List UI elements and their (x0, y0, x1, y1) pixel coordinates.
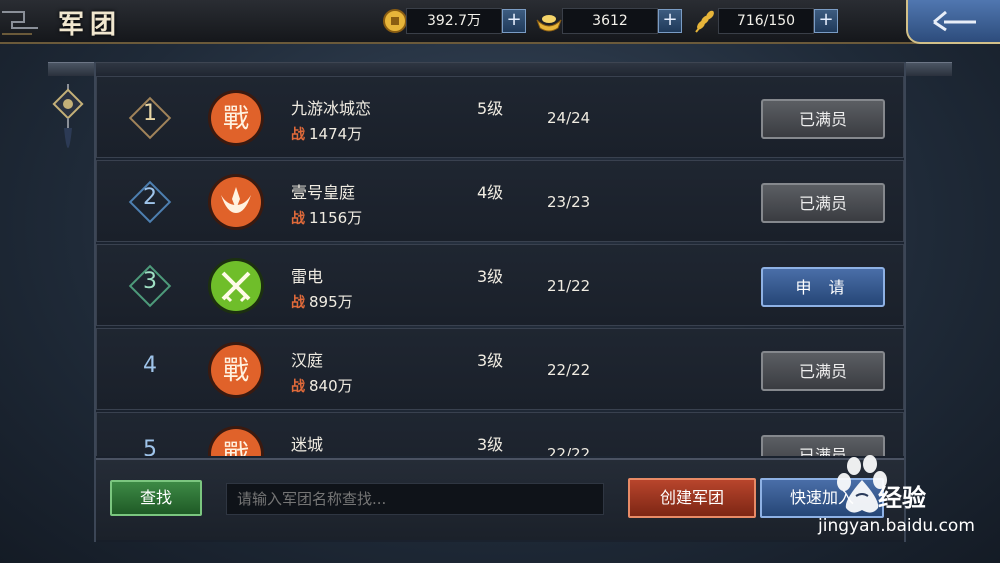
legion-name: 九游冰城恋 (291, 99, 372, 118)
ingot-amount: 3612 (562, 8, 658, 34)
rank-number: 1 (143, 101, 157, 126)
legion-power: 战 840万 (291, 375, 353, 396)
member-count: 24/24 (547, 109, 591, 127)
member-count: 23/23 (547, 193, 591, 211)
zhan-emblem-icon: 戰 (208, 426, 264, 456)
gold-ingot-icon (536, 15, 562, 32)
title-ornament-icon (2, 11, 38, 35)
grain-icon (695, 10, 714, 33)
legion-level: 4级 (477, 183, 504, 202)
coin-amount: 392.7万 (406, 8, 502, 34)
rank-number: 2 (143, 185, 157, 210)
rank-number: 3 (143, 269, 157, 294)
add-coin-button[interactable]: + (502, 9, 526, 33)
apply-button[interactable]: 申 请 (761, 267, 885, 307)
watermark-url: jingyan.baidu.com (818, 516, 975, 536)
ingot-resource: 3612 + (534, 8, 684, 34)
legion-power: 战 1156万 (291, 207, 362, 228)
member-count: 21/22 (547, 277, 591, 295)
full-button[interactable]: 已满员 (761, 351, 885, 391)
back-button[interactable] (906, 0, 1000, 44)
svg-text:戰: 戰 (223, 356, 249, 386)
svg-text:戰: 戰 (223, 440, 249, 456)
power-tag: 战 (291, 379, 305, 395)
legion-level: 3级 (477, 351, 504, 370)
coin-resource: 392.7万 + (380, 8, 530, 34)
legion-search-input[interactable] (226, 483, 604, 515)
full-button[interactable]: 已满员 (761, 99, 885, 139)
legion-level: 3级 (477, 267, 504, 286)
legion-name: 汉庭 (291, 351, 324, 370)
top-bar: 军团 392.7万 + 3612 + 716/150 + (0, 0, 1000, 44)
legion-row[interactable]: 2 壹号皇庭 4级 战 1156万 23/23 已满员 (96, 160, 904, 242)
legion-name: 壹号皇庭 (291, 183, 356, 202)
grain-resource: 716/150 + (690, 8, 840, 34)
zhan-emblem-icon: 戰 (208, 342, 264, 398)
legion-row[interactable]: 5 戰 迷城 3级 22/22 已满员 (96, 412, 904, 456)
rank-number: 4 (143, 353, 157, 378)
power-tag: 战 (291, 127, 305, 143)
rank-number: 5 (143, 437, 157, 456)
watermark-brand: 经验 (878, 484, 926, 512)
add-grain-button[interactable]: + (814, 9, 838, 33)
svg-text:戰: 戰 (223, 104, 249, 134)
member-count: 22/22 (547, 361, 591, 379)
power-value: 895万 (309, 293, 353, 311)
search-button[interactable]: 查找 (110, 480, 202, 516)
legion-list[interactable]: 1 戰 九游冰城恋 5级 战 1474万 24/24 已满员 2 壹号皇庭 4级 … (96, 76, 904, 456)
legion-power: 战 1474万 (291, 123, 362, 144)
legion-name: 雷电 (291, 267, 324, 286)
legion-level: 3级 (477, 435, 504, 454)
power-value: 840万 (309, 377, 353, 395)
back-arrow-icon (933, 10, 976, 32)
full-button[interactable]: 已满员 (761, 183, 885, 223)
grain-amount: 716/150 (718, 8, 814, 34)
wing-emblem-icon (208, 174, 264, 230)
hanging-tassel-icon (52, 84, 84, 148)
create-legion-button[interactable]: 创建军团 (628, 478, 756, 518)
zhan-emblem-icon: 戰 (208, 90, 264, 146)
power-tag: 战 (291, 211, 305, 227)
legion-row[interactable]: 1 戰 九游冰城恋 5级 战 1474万 24/24 已满员 (96, 76, 904, 158)
legion-level: 5级 (477, 99, 504, 118)
legion-row[interactable]: 4 戰 汉庭 3级 战 840万 22/22 已满员 (96, 328, 904, 410)
power-tag: 战 (291, 295, 305, 311)
legion-name: 迷城 (291, 435, 324, 454)
add-ingot-button[interactable]: + (658, 9, 682, 33)
power-value: 1156万 (309, 209, 363, 227)
legion-power: 战 895万 (291, 291, 353, 312)
page-title: 军团 (58, 10, 123, 40)
legion-row[interactable]: 3 雷电 3级 战 895万 21/22 申 请 (96, 244, 904, 326)
member-count: 22/22 (547, 445, 591, 456)
crossed-swords-emblem-icon (208, 258, 264, 314)
power-value: 1474万 (309, 125, 363, 143)
